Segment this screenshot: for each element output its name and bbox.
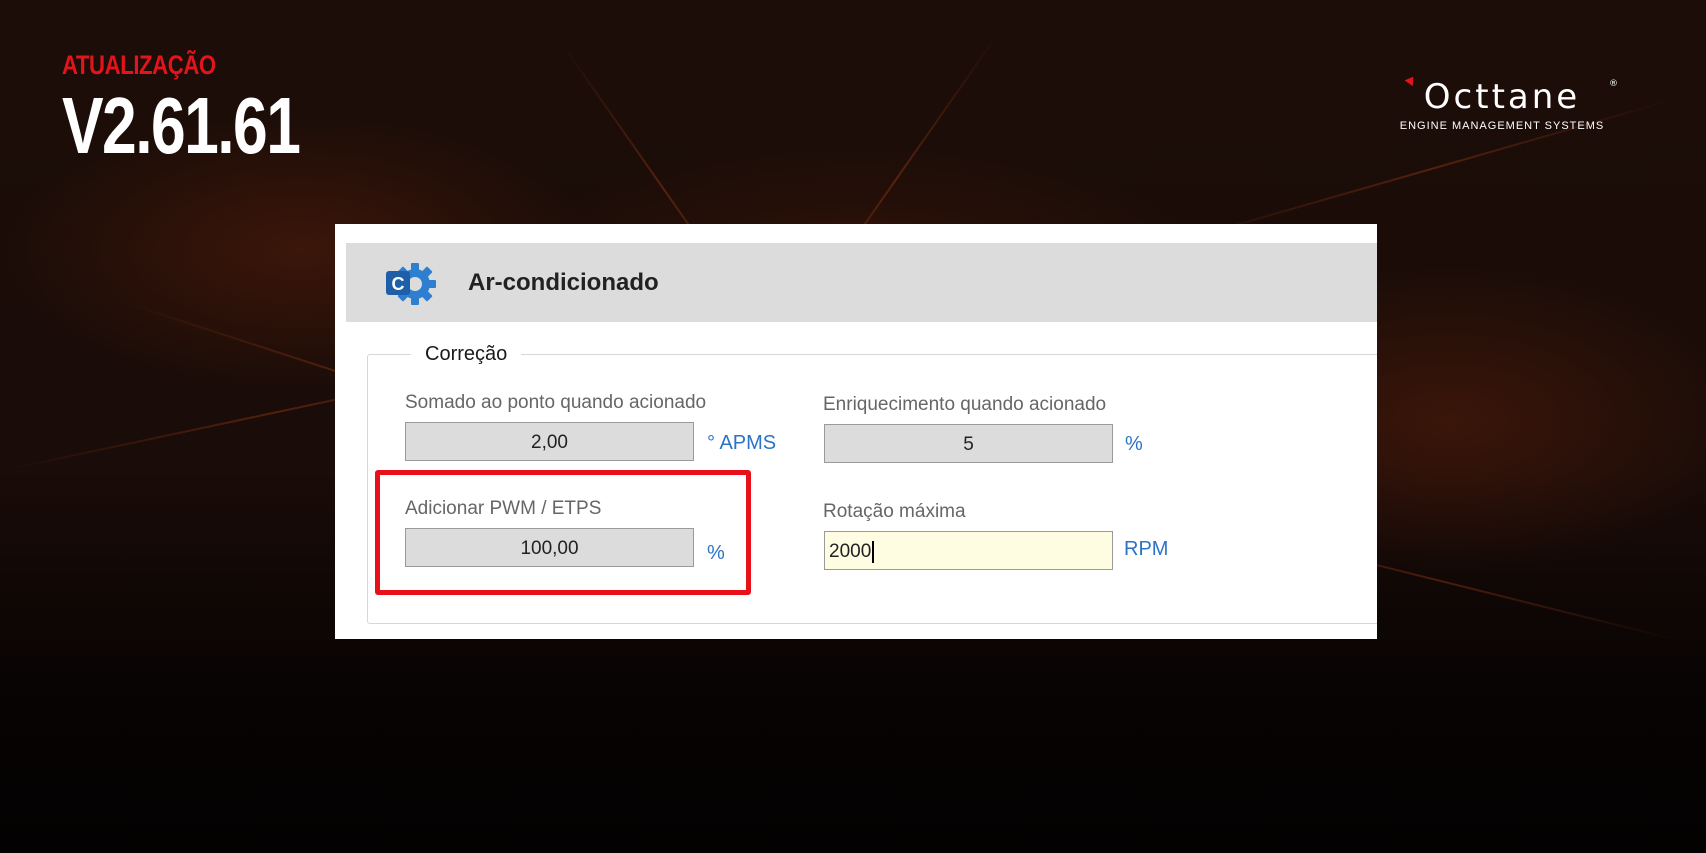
logo-wordmark: Octtane ® [1382, 73, 1622, 117]
rotacao-input[interactable]: 2000 [824, 531, 1113, 570]
somado-input[interactable]: 2,00 [405, 422, 694, 461]
settings-window: C Ar-condicionado Correção Somado ao pon… [335, 224, 1377, 639]
enriquecimento-label: Enriquecimento quando acionado [823, 394, 1107, 415]
window-header: C Ar-condicionado [346, 243, 1377, 322]
octtane-logo: Octtane ® ENGINE MANAGEMENT SYSTEMS [1382, 73, 1622, 132]
rotacao-unit: RPM [1124, 538, 1169, 560]
gear-c-icon: C [386, 263, 436, 305]
update-label: ATUALIZAÇÃO [62, 50, 216, 80]
group-title: Correção [411, 343, 522, 366]
enriquecimento-input[interactable]: 5 [824, 424, 1113, 463]
text-caret [872, 540, 875, 563]
registered-mark: ® [1609, 79, 1618, 89]
highlight-box [375, 470, 751, 595]
logo-tagline: ENGINE MANAGEMENT SYSTEMS [1399, 120, 1605, 132]
window-title: Ar-condicionado [468, 269, 659, 296]
version-number: V2.61.61 [62, 81, 301, 170]
rotacao-value: 2000 [829, 541, 872, 562]
rotacao-label: Rotação máxima [823, 501, 966, 522]
background-stage: ATUALIZAÇÃO V2.61.61 Octtane ® ENGINE MA… [0, 0, 1706, 853]
logo-accent-icon [1404, 73, 1418, 87]
somado-label: Somado ao ponto quando acionado [405, 392, 707, 413]
logo-wordmark-text: Octtane [1423, 77, 1581, 117]
enriquecimento-unit: % [1125, 433, 1143, 455]
svg-text:C: C [392, 274, 405, 294]
somado-unit: ° APMS [707, 432, 777, 454]
